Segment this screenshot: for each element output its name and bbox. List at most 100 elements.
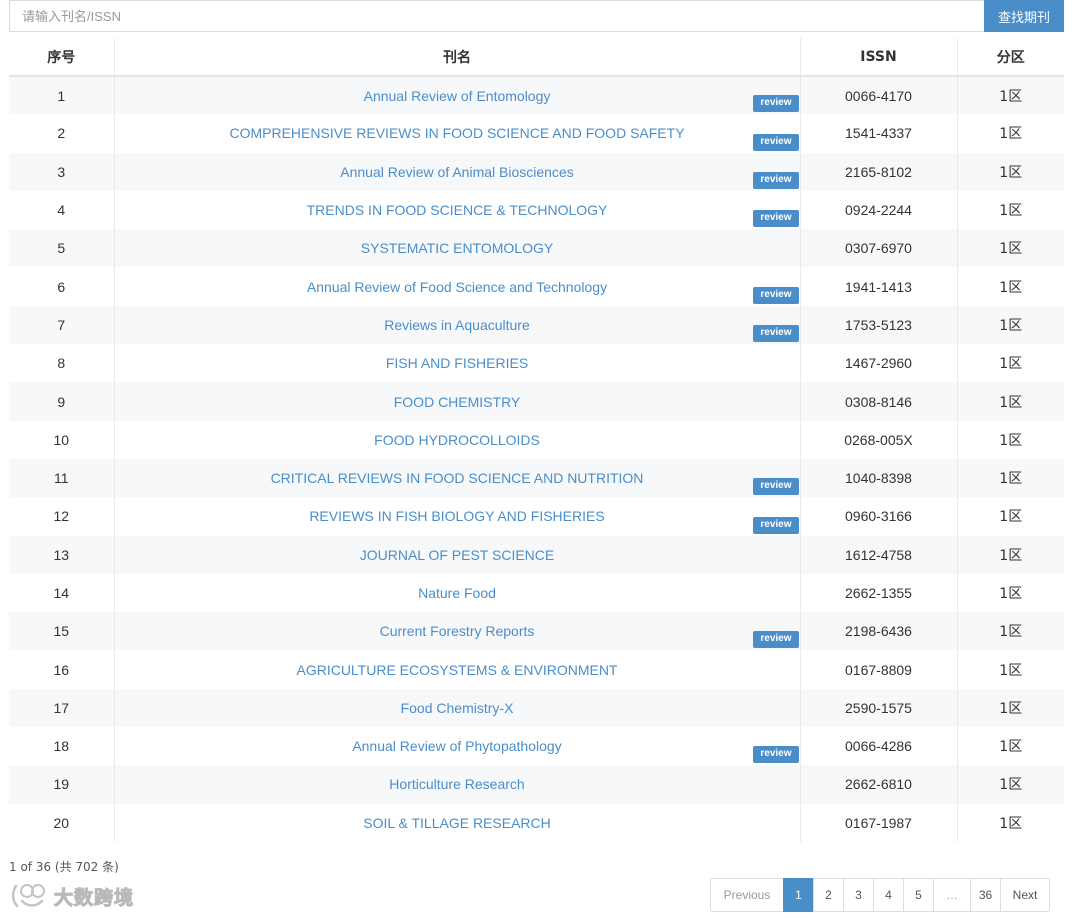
journal-name-link[interactable]: Annual Review of Phytopathology	[352, 738, 561, 754]
row-number: 14	[9, 573, 115, 613]
page-button-5[interactable]: 5	[903, 878, 934, 912]
review-badge: review	[753, 478, 799, 496]
page-button-3[interactable]: 3	[843, 878, 874, 912]
issn-cell: 0308-8146	[800, 382, 958, 421]
review-badge: review	[753, 631, 799, 649]
page-button-1[interactable]: 1	[783, 878, 814, 912]
review-badge: review	[753, 171, 799, 189]
issn-cell: 0066-4170	[800, 76, 958, 115]
journal-name-cell: Nature Food	[114, 573, 801, 613]
zone-cell: 1区	[957, 727, 1064, 766]
journal-name-cell: SOIL & TILLAGE RESEARCH	[114, 803, 801, 842]
table-row: 3 Annual Review of Animal Biosciences revi…	[9, 152, 1064, 191]
zone-cell: 1区	[957, 650, 1064, 689]
row-number: 12	[9, 497, 115, 536]
row-number: 1	[9, 76, 115, 115]
issn-cell: 1753-5123	[800, 305, 958, 345]
watermark-text: 大数跨境	[53, 886, 135, 909]
issn-cell: 1941-1413	[800, 267, 958, 306]
journal-name-cell: Horticulture Research	[114, 765, 801, 804]
page-button-36[interactable]: 36	[970, 878, 1001, 912]
logo-icon	[11, 884, 45, 908]
journal-name-cell: FOOD CHEMISTRY	[114, 382, 801, 421]
journal-name-cell: TRENDS IN FOOD SCIENCE & TECHNOLOGY revie…	[114, 190, 801, 230]
column-header-number: 序号	[9, 38, 115, 77]
row-number: 18	[9, 727, 115, 766]
row-number: 16	[9, 650, 115, 689]
row-number: 10	[9, 420, 115, 459]
journal-name-cell: JOURNAL OF PEST SCIENCE	[114, 535, 801, 574]
table-row: 6 Annual Review of Food Science and Techn…	[9, 267, 1064, 306]
journal-name-cell: Reviews in Aquaculture review	[114, 305, 801, 345]
table-row: 10 FOOD HYDROCOLLOIDS 0268-005X 1区	[9, 420, 1064, 459]
journal-name-cell: COMPREHENSIVE REVIEWS IN FOOD SCIENCE AN…	[114, 114, 801, 153]
row-number: 11	[9, 458, 115, 498]
row-number: 13	[9, 535, 115, 574]
search-button[interactable]: 查找期刊	[984, 0, 1064, 32]
journal-name-cell: FOOD HYDROCOLLOIDS	[114, 420, 801, 459]
page-button-4[interactable]: 4	[873, 878, 904, 912]
page-button-2[interactable]: 2	[813, 878, 844, 912]
journal-name-link[interactable]: FOOD HYDROCOLLOIDS	[374, 432, 540, 448]
search-input[interactable]	[9, 0, 984, 32]
pagination: Previous 1 2 3 4 5… 36 Next	[710, 878, 1050, 912]
zone-cell: 1区	[957, 305, 1064, 345]
zone-cell: 1区	[957, 420, 1064, 459]
table-body: 1 Annual Review of Entomology review 0066-4…	[9, 76, 1064, 842]
review-badge: review	[753, 746, 799, 764]
table-row: 5 SYSTEMATIC ENTOMOLOGY 0307-6970 1区	[9, 229, 1064, 268]
journal-name-link[interactable]: SYSTEMATIC ENTOMOLOGY	[361, 240, 553, 256]
review-badge: review	[753, 516, 799, 534]
journal-name-link[interactable]: AGRICULTURE ECOSYSTEMS & ENVIRONMENT	[296, 662, 617, 678]
previous-page-button[interactable]: Previous	[710, 878, 784, 912]
table-row: 13 JOURNAL OF PEST SCIENCE 1612-4758 1区	[9, 535, 1064, 574]
journal-name-link[interactable]: Horticulture Research	[389, 776, 524, 792]
issn-cell: 1612-4758	[800, 535, 958, 574]
journal-name-link[interactable]: REVIEWS IN FISH BIOLOGY AND FISHERIES	[309, 508, 604, 524]
table-row: 7 Reviews in Aquaculture review 1753-5123 1区	[9, 305, 1064, 345]
journal-name-link[interactable]: TRENDS IN FOOD SCIENCE & TECHNOLOGY	[307, 202, 608, 218]
zone-cell: 1区	[957, 458, 1064, 498]
journal-name-link[interactable]: Annual Review of Entomology	[364, 88, 551, 104]
zone-cell: 1区	[957, 344, 1064, 383]
journal-name-cell: SYSTEMATIC ENTOMOLOGY	[114, 229, 801, 268]
journal-name-cell: AGRICULTURE ECOSYSTEMS & ENVIRONMENT	[114, 650, 801, 689]
table-row: 17 Food Chemistry-X 2590-1575 1区	[9, 688, 1064, 728]
page-ellipsis[interactable]: …	[933, 878, 971, 912]
journal-name-cell: Current Forestry Reports review	[114, 612, 801, 651]
zone-cell: 1区	[957, 612, 1064, 651]
journal-name-link[interactable]: Annual Review of Food Science and Techno…	[307, 279, 607, 295]
journal-name-link[interactable]: Food Chemistry-X	[401, 700, 514, 716]
zone-cell: 1区	[957, 803, 1064, 842]
zone-cell: 1区	[957, 535, 1064, 574]
issn-cell: 0167-1987	[800, 803, 958, 842]
journal-name-link[interactable]: FISH AND FISHERIES	[386, 355, 528, 371]
row-number: 20	[9, 803, 115, 842]
issn-cell: 0167-8809	[800, 650, 958, 689]
zone-cell: 1区	[957, 765, 1064, 804]
review-badge: review	[753, 210, 799, 228]
journal-name-cell: CRITICAL REVIEWS IN FOOD SCIENCE AND NUT…	[114, 458, 801, 498]
journal-name-cell: Annual Review of Animal Biosciences revie…	[114, 152, 801, 191]
journal-name-link[interactable]: Reviews in Aquaculture	[384, 317, 530, 333]
journal-name-link[interactable]: Current Forestry Reports	[380, 623, 535, 639]
issn-cell: 2198-6436	[800, 612, 958, 651]
journal-name-link[interactable]: FOOD CHEMISTRY	[394, 394, 521, 410]
issn-cell: 0066-4286	[800, 727, 958, 766]
journal-table: 序号 刊名 ISSN 分区 1 Annual Review of Entomolo…	[9, 38, 1064, 842]
journal-name-cell: FISH AND FISHERIES	[114, 344, 801, 383]
zone-cell: 1区	[957, 688, 1064, 728]
table-row: 15 Current Forestry Reports review 2198-643…	[9, 612, 1064, 651]
table-row: 18 Annual Review of Phytopathology review 0…	[9, 727, 1064, 766]
table-row: 20 SOIL & TILLAGE RESEARCH 0167-1987 1区	[9, 803, 1064, 842]
journal-name-link[interactable]: COMPREHENSIVE REVIEWS IN FOOD SCIENCE AN…	[229, 125, 684, 141]
journal-name-link[interactable]: SOIL & TILLAGE RESEARCH	[363, 815, 551, 831]
journal-name-link[interactable]: JOURNAL OF PEST SCIENCE	[360, 547, 554, 563]
zone-cell: 1区	[957, 497, 1064, 536]
journal-name-link[interactable]: CRITICAL REVIEWS IN FOOD SCIENCE AND NUT…	[271, 470, 644, 486]
row-number: 8	[9, 344, 115, 383]
journal-name-link[interactable]: Annual Review of Animal Biosciences	[340, 164, 573, 180]
next-page-button[interactable]: Next	[1000, 878, 1050, 912]
row-number: 19	[9, 765, 115, 804]
journal-name-link[interactable]: Nature Food	[418, 585, 496, 601]
